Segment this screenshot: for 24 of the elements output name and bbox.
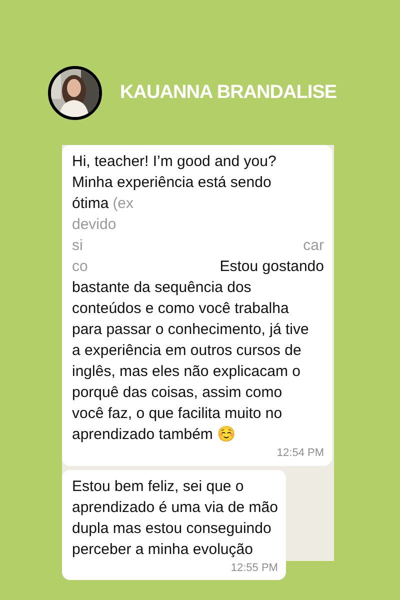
message-text: aprendizado também ☺ <box>72 425 236 445</box>
message-text: aprendizado é uma via de mão <box>72 498 278 518</box>
message-text: Estou bem feliz, sei que o <box>72 476 244 496</box>
message-text: si <box>72 236 83 256</box>
message-text: bastante da sequência dos <box>72 278 252 298</box>
message-text: para passar o conhecimento, já tive <box>72 320 309 340</box>
message-text: co <box>72 257 88 277</box>
message-text: Estou gostando <box>220 257 324 277</box>
message-time: 12:55 PM <box>230 560 278 576</box>
message-text: Hi, teacher! I’m good and you? <box>72 152 276 172</box>
message-text: conteúdos e como você trabalha <box>72 299 289 319</box>
message-text: porquê das coisas, assim como <box>72 383 282 403</box>
message-text: a experiência em outros cursos de <box>72 341 302 361</box>
message-text: car <box>303 236 324 256</box>
message-text: ótima <box>72 194 109 214</box>
message-text: perceber a minha evolução <box>72 540 253 560</box>
message-text: (ex <box>112 194 134 214</box>
message-time: 12:54 PM <box>276 446 324 461</box>
message-text: você faz, o que facilita muito no <box>72 404 282 424</box>
message-text: inglês, mas eles não explicacam o <box>72 362 300 382</box>
message-text: Minha experiência está sendo <box>72 173 272 193</box>
author-name: KAUANNA BRANDALISE <box>120 80 337 105</box>
message-text: dupla mas estou conseguindo <box>72 518 272 538</box>
message-text: devido <box>72 215 116 235</box>
